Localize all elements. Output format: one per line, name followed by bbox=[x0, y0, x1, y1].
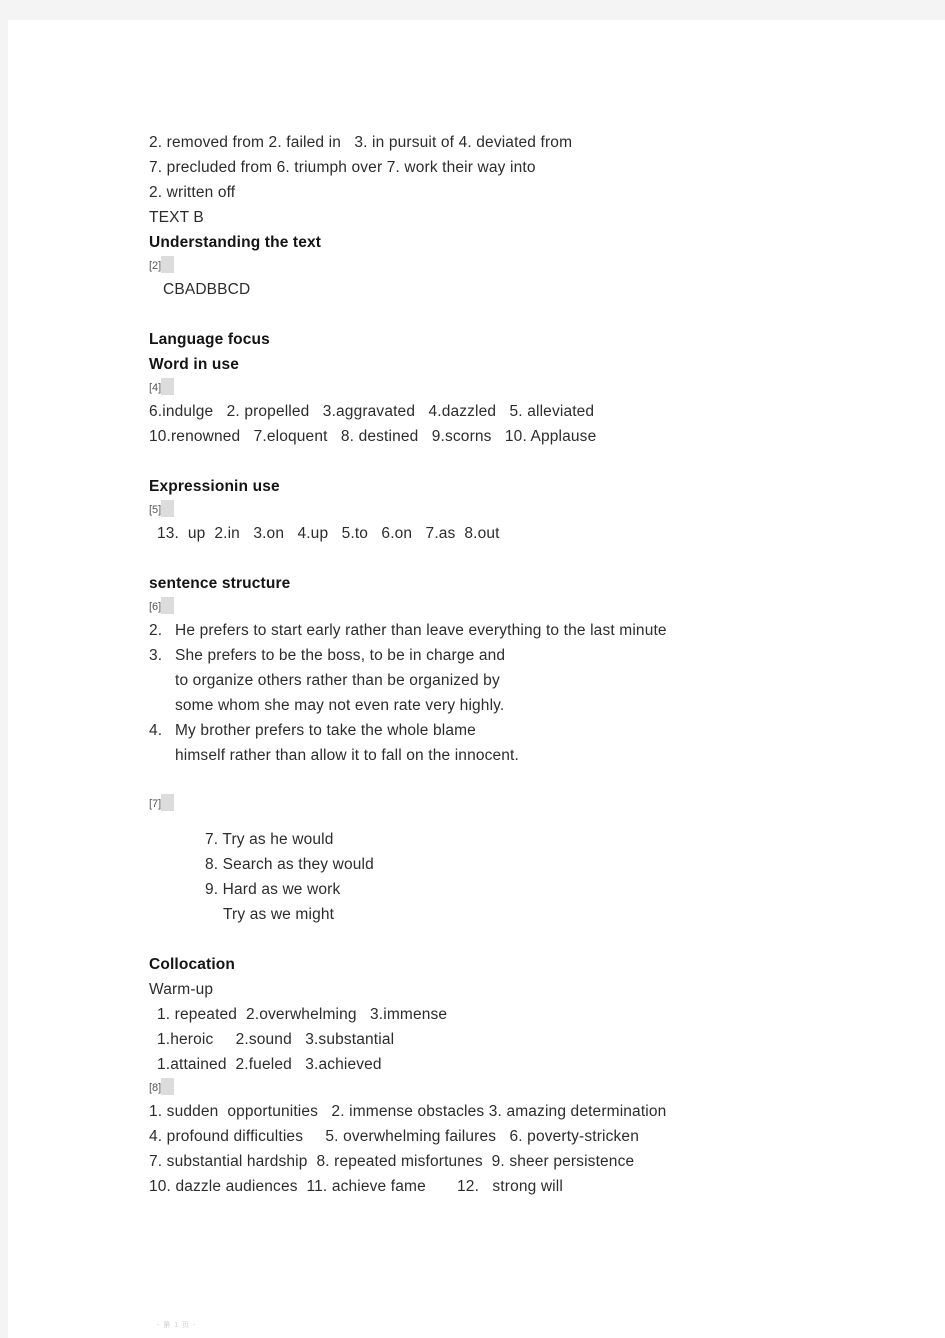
item-text-cont: himself rather than allow it to fall on … bbox=[175, 747, 519, 764]
marker-anchor-icon bbox=[161, 500, 175, 517]
answer-line: 7. substantial hardship 8. repeated misf… bbox=[149, 1153, 635, 1170]
marker-label: [2] bbox=[149, 260, 162, 272]
answer-line: Try as we might bbox=[223, 906, 335, 923]
section-collocation: Collocation Warm-up 1. repeated 2.overwh… bbox=[149, 952, 909, 1199]
answer-line: 9. Hard as we work bbox=[205, 881, 341, 898]
marker-label: [5] bbox=[149, 504, 162, 516]
comment-marker-2[interactable]: [2] bbox=[149, 255, 909, 277]
heading-expression-in-use: Expressionin use bbox=[149, 478, 280, 495]
answer-line: 13. up 2.in 3.on 4.up 5.to 6.on 7.as 8.o… bbox=[157, 525, 500, 542]
comment-marker-5[interactable]: [5] bbox=[149, 499, 909, 521]
list-item: 3. She prefers to be the boss, to be in c… bbox=[149, 643, 909, 668]
section-expression-in-use: Expressionin use [5] 13. up 2.in 3.on 4.… bbox=[149, 474, 909, 546]
item-number: 2. bbox=[149, 622, 163, 639]
marker-label: [6] bbox=[149, 601, 162, 613]
marker-label: [7] bbox=[149, 798, 162, 810]
answer-line: 6.indulge 2. propelled 3.aggravated 4.da… bbox=[149, 403, 595, 420]
heading-collocation: Collocation bbox=[149, 956, 236, 973]
marker-label: [4] bbox=[149, 382, 162, 394]
comment-marker-7[interactable]: [7] bbox=[149, 793, 909, 815]
warmup-line: 1.attained 2.fueled 3.achieved bbox=[157, 1056, 382, 1073]
answer-line: 10. dazzle audiences 11. achieve fame 12… bbox=[149, 1178, 563, 1195]
section-sentence-structure: sentence structure [6] 2. He prefers to s… bbox=[149, 571, 909, 768]
comment-marker-8[interactable]: [8] bbox=[149, 1077, 909, 1099]
warmup-line: 1. repeated 2.overwhelming 3.immense bbox=[157, 1006, 448, 1023]
item-text: My brother prefers to take the whole bla… bbox=[175, 722, 476, 739]
section-understanding-the-text: Understanding the text [2] CBADBBCD bbox=[149, 230, 909, 302]
document-page: 2. removed from 2. failed in 3. in pursu… bbox=[8, 20, 945, 1338]
marker-anchor-icon bbox=[161, 378, 175, 395]
answer-line: 2. written off bbox=[149, 184, 236, 201]
section-sentence-structure-7: [7] 7. Try as he would 8. Search as they… bbox=[149, 793, 909, 927]
page-frame: 2. removed from 2. failed in 3. in pursu… bbox=[0, 0, 945, 1338]
answer-line: 7. precluded from 6. triumph over 7. wor… bbox=[149, 159, 536, 176]
page-footer-mark: - 第 1 页 - bbox=[157, 1322, 197, 1329]
section-language-focus: Language focus Word in use [4] 6.indulge… bbox=[149, 327, 909, 449]
subheading-word-in-use: Word in use bbox=[149, 356, 240, 373]
item-text-cont: to organize others rather than be organi… bbox=[175, 672, 500, 689]
answer-cbadbbcd: CBADBBCD bbox=[163, 281, 251, 298]
list-item: 4. My brother prefers to take the whole b… bbox=[149, 718, 909, 743]
marker-anchor-icon bbox=[161, 794, 175, 811]
answer-line: 8. Search as they would bbox=[205, 856, 374, 873]
subheading-warm-up: Warm-up bbox=[149, 981, 214, 998]
answer-line: 1. sudden opportunities 2. immense obsta… bbox=[149, 1103, 667, 1120]
marker-label: [8] bbox=[149, 1082, 162, 1094]
heading-understanding-the-text: Understanding the text bbox=[149, 234, 322, 251]
comment-marker-4[interactable]: [4] bbox=[149, 377, 909, 399]
marker-anchor-icon bbox=[161, 256, 175, 273]
heading-sentence-structure: sentence structure bbox=[149, 575, 291, 592]
item-text: She prefers to be the boss, to be in cha… bbox=[175, 647, 506, 664]
document-body: 2. removed from 2. failed in 3. in pursu… bbox=[149, 130, 909, 1199]
warmup-line: 1.heroic 2.sound 3.substantial bbox=[157, 1031, 395, 1048]
item-number: 4. bbox=[149, 722, 163, 739]
answer-line: 2. removed from 2. failed in 3. in pursu… bbox=[149, 134, 573, 151]
item-number: 3. bbox=[149, 647, 163, 664]
answer-line: 10.renowned 7.eloquent 8. destined 9.sco… bbox=[149, 428, 597, 445]
comment-marker-6[interactable]: [6] bbox=[149, 596, 909, 618]
list-item: 2. He prefers to start early rather than … bbox=[149, 618, 909, 643]
item-text: He prefers to start early rather than le… bbox=[175, 622, 667, 639]
item-text-cont: some whom she may not even rate very hig… bbox=[175, 697, 505, 714]
answer-line: 7. Try as he would bbox=[205, 831, 334, 848]
heading-language-focus: Language focus bbox=[149, 331, 270, 348]
answer-line: 4. profound difficulties 5. overwhelming… bbox=[149, 1128, 639, 1145]
marker-anchor-icon bbox=[161, 597, 175, 614]
text-b-label: TEXT B bbox=[149, 209, 204, 226]
section-answer-key-top: 2. removed from 2. failed in 3. in pursu… bbox=[149, 130, 909, 230]
marker-anchor-icon bbox=[161, 1078, 175, 1095]
